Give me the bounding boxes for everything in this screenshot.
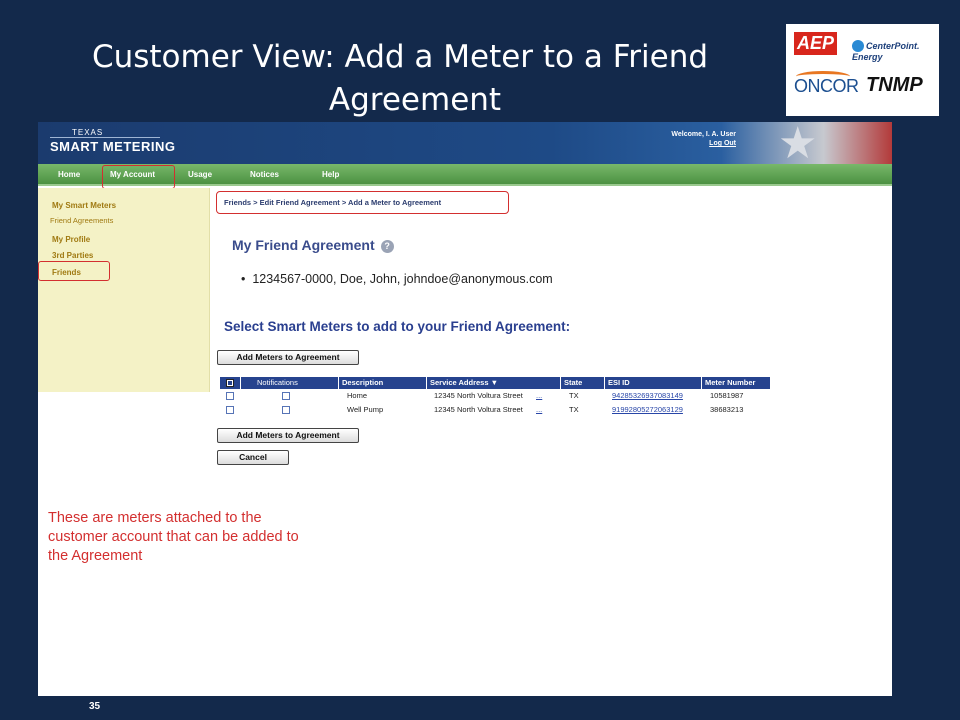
col-service-address[interactable]: Service Address ▼ [430,378,498,387]
col-state[interactable]: State [564,378,582,387]
slide-title-line-2: Agreement [328,82,502,118]
cell-description: Home [347,391,368,400]
cell-state: TX [569,405,579,414]
agreement-heading: My Friend Agreement? [232,237,394,253]
oncor-logo: ONCOR [794,71,859,96]
cell-state: TX [569,391,579,400]
address-more-link[interactable]: ... [536,405,542,414]
my-account-highlight [102,165,175,189]
col-meter-number[interactable]: Meter Number [705,378,755,387]
table-row: Home 12345 North Voltura Street ... TX 9… [220,390,770,404]
breadcrumb[interactable]: Friends > Edit Friend Agreement > Add a … [216,191,509,214]
logout-link[interactable]: Log Out [638,140,736,147]
add-meters-button-bottom[interactable]: Add Meters to Agreement [217,428,359,443]
nav-help[interactable]: Help [322,170,339,179]
centerpoint-logo: CenterPoint. Energy [852,40,920,62]
nav-notices[interactable]: Notices [250,170,279,179]
sidebar: My Smart Meters Friend Agreements My Pro… [38,188,210,392]
sidebar-item-my-profile[interactable]: My Profile [52,235,90,244]
col-esi-id[interactable]: ESI ID [608,378,630,387]
cell-address: 12345 North Voltura Street [434,405,523,414]
notifications-checkbox[interactable] [282,392,290,400]
select-all-checkbox[interactable] [226,379,234,387]
friends-highlight [38,261,110,281]
esi-id-link[interactable]: 91992805272063129 [612,405,683,414]
table-header: Notifications Description Service Addres… [220,377,770,389]
nav-home[interactable]: Home [58,170,80,179]
slide-title: Customer View: Add a Meter to a Friend A… [40,36,760,122]
select-meters-heading: Select Smart Meters to add to your Frien… [224,319,571,334]
address-more-link[interactable]: ... [536,391,542,400]
sidebar-item-friend-agreements[interactable]: Friend Agreements [50,216,113,225]
select-meter-checkbox[interactable] [226,392,234,400]
cancel-button[interactable]: Cancel [217,450,289,465]
texas-flag-star-icon: ★ [778,122,818,168]
table-row: Well Pump 12345 North Voltura Street ...… [220,404,770,418]
portal-screenshot: TEXAS SMART METERING Welcome, I. A. User… [38,122,892,696]
sidebar-item-3rd-parties[interactable]: 3rd Parties [52,251,93,260]
notifications-checkbox[interactable] [282,406,290,414]
cell-meter-number: 10581987 [710,391,744,400]
add-meters-button-top[interactable]: Add Meters to Agreement [217,350,359,365]
annotation-note: These are meters attached to the custome… [48,510,299,564]
esi-id-link[interactable]: 94285326937083149 [612,391,683,400]
utility-logos: AEP CenterPoint. Energy ONCOR ★ TNMP [786,24,939,116]
sidebar-item-my-smart-meters[interactable]: My Smart Meters [52,201,116,210]
cell-meter-number: 38683213 [710,405,744,414]
select-meter-checkbox[interactable] [226,406,234,414]
col-description[interactable]: Description [342,378,383,387]
welcome-text: Welcome, I. A. User [671,131,736,138]
aep-logo: AEP [794,32,838,55]
smart-metering-logo[interactable]: TEXAS SMART METERING [50,128,175,154]
slide-title-line-1: Customer View: Add a Meter to a Friend [91,39,709,75]
page-number: 35 [89,701,101,712]
help-icon[interactable]: ? [380,240,394,253]
cell-address: 12345 North Voltura Street [434,391,523,400]
tnmp-logo: ★ TNMP [866,66,923,96]
col-notifications: Notifications [257,378,298,387]
portal-header: TEXAS SMART METERING Welcome, I. A. User… [38,122,892,168]
nav-usage[interactable]: Usage [188,170,212,179]
friend-entry: • 1234567-0000, Doe, John, johndoe@anony… [241,272,553,286]
cell-description: Well Pump [347,405,384,414]
